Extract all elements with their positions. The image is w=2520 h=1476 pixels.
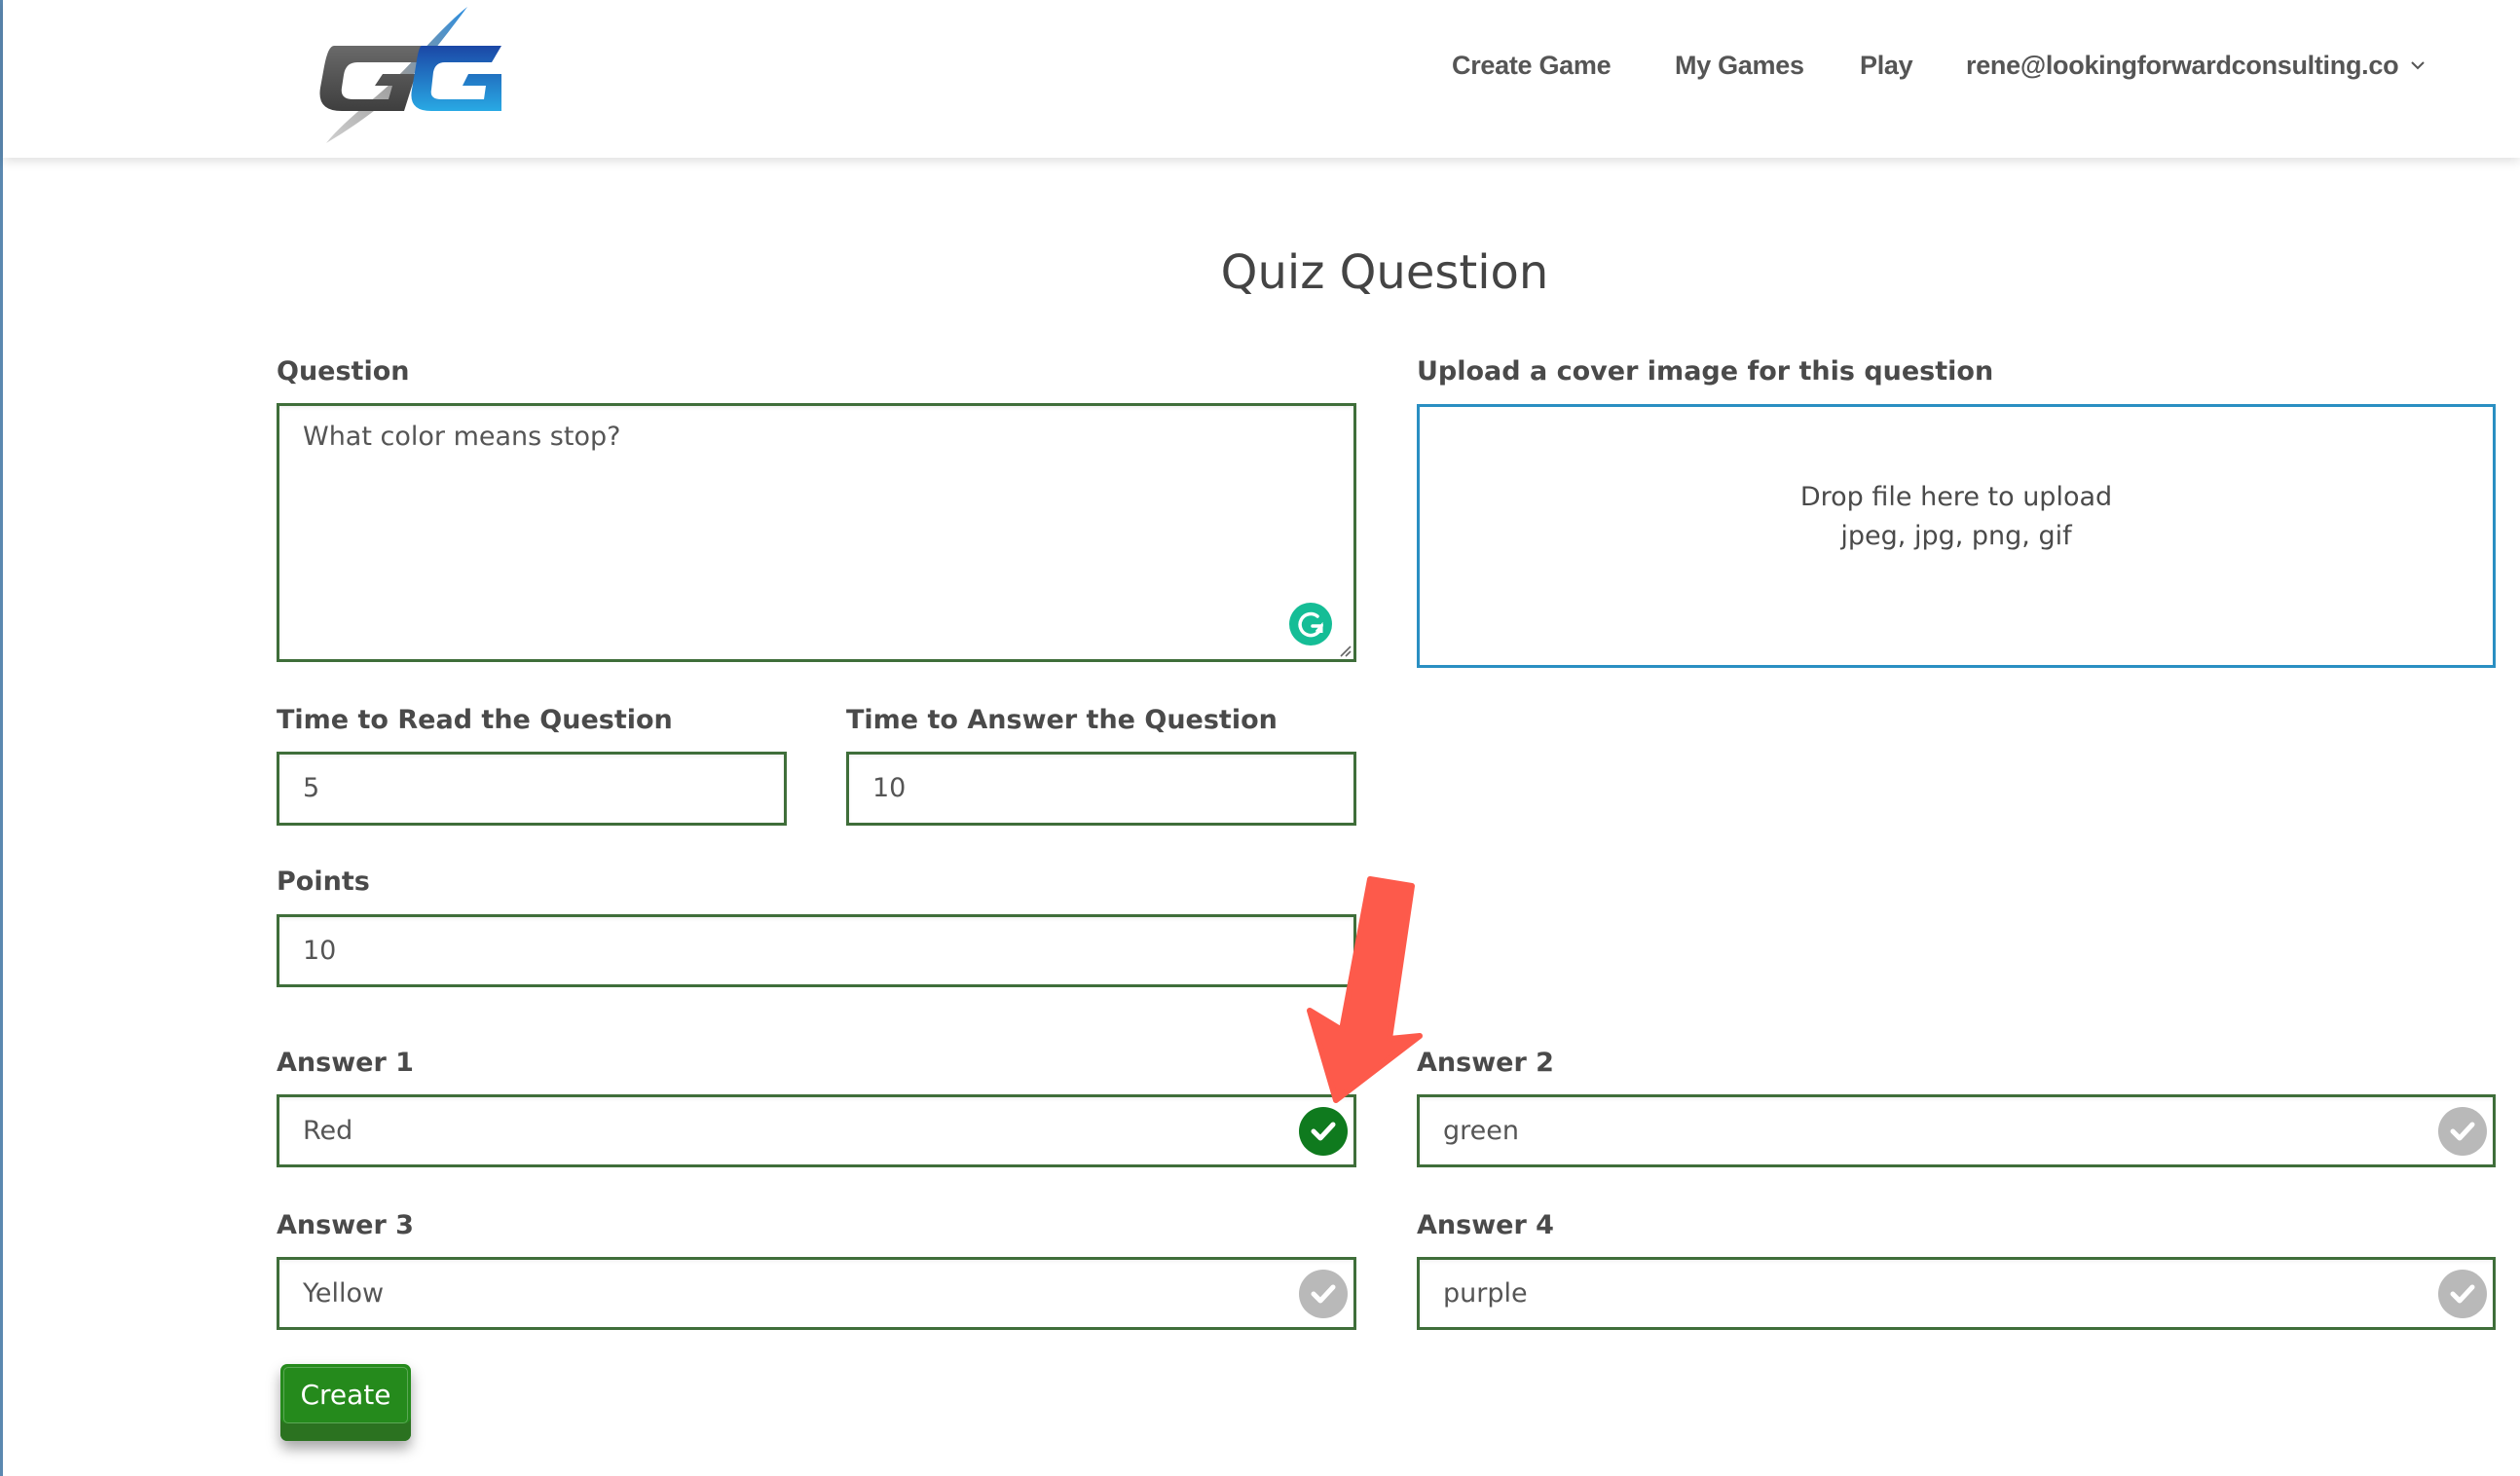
answer-4-input[interactable]: purple: [1417, 1257, 2496, 1330]
nav-play[interactable]: Play: [1860, 51, 1913, 81]
answer-4-value: purple: [1443, 1277, 1528, 1309]
answer-3-correct-toggle[interactable]: [1299, 1269, 1348, 1318]
question-label: Question: [277, 356, 410, 387]
annotation-arrow-icon: [1307, 876, 1423, 1103]
create-button[interactable]: Create: [280, 1364, 411, 1441]
answer-1-label: Answer 1: [277, 1048, 414, 1078]
answer-1-value: Red: [303, 1115, 353, 1146]
main-nav: Create Game My Games Play rene@lookingfo…: [3, 51, 2520, 99]
points-label: Points: [277, 867, 370, 897]
upload-label: Upload a cover image for this question: [1417, 356, 1994, 387]
time-to-read-value: 5: [303, 772, 320, 803]
time-to-read-label: Time to Read the Question: [277, 705, 673, 735]
answer-3-label: Answer 3: [277, 1210, 414, 1240]
page-title: Quiz Question: [1220, 245, 1549, 300]
check-icon: [2450, 1284, 2475, 1303]
grammarly-icon[interactable]: [1289, 603, 1332, 646]
chevron-down-icon: [2410, 55, 2426, 77]
time-to-answer-label: Time to Answer the Question: [846, 705, 1278, 735]
resize-handle-icon[interactable]: [1338, 644, 1352, 657]
answer-4-label: Answer 4: [1417, 1210, 1554, 1240]
nav-create-game[interactable]: Create Game: [1452, 51, 1612, 81]
answer-3-input[interactable]: Yellow: [277, 1257, 1356, 1330]
answer-4-correct-toggle[interactable]: [2438, 1269, 2487, 1318]
answer-2-value: green: [1443, 1115, 1519, 1146]
upload-drop-text: Drop file here to upload: [1799, 482, 2113, 512]
answer-1-input[interactable]: Red: [277, 1094, 1356, 1167]
points-input[interactable]: 10: [277, 914, 1356, 987]
create-button-label: Create: [300, 1379, 391, 1411]
question-value: What color means stop?: [303, 422, 621, 452]
check-icon: [2450, 1122, 2475, 1140]
site-header: Create Game My Games Play rene@lookingfo…: [3, 0, 2520, 158]
window-edge: [0, 0, 3, 1476]
check-icon: [1311, 1284, 1336, 1303]
account-menu[interactable]: rene@lookingforwardconsulting.co: [1966, 51, 2426, 81]
account-email: rene@lookingforwardconsulting.co: [1966, 51, 2399, 80]
check-icon: [1311, 1122, 1336, 1140]
question-textarea[interactable]: What color means stop?: [277, 403, 1356, 662]
upload-dropzone[interactable]: Drop file here to upload jpeg, jpg, png,…: [1417, 404, 2496, 668]
points-value: 10: [303, 935, 337, 966]
nav-my-games[interactable]: My Games: [1675, 51, 1804, 81]
answer-3-value: Yellow: [303, 1277, 385, 1309]
time-to-read-input[interactable]: 5: [277, 752, 787, 826]
time-to-answer-value: 10: [872, 772, 907, 803]
time-to-answer-input[interactable]: 10: [846, 752, 1356, 826]
upload-formats-text: jpeg, jpg, png, gif: [1840, 521, 2072, 551]
answer-2-correct-toggle[interactable]: [2438, 1106, 2487, 1156]
answer-2-input[interactable]: green: [1417, 1094, 2496, 1167]
